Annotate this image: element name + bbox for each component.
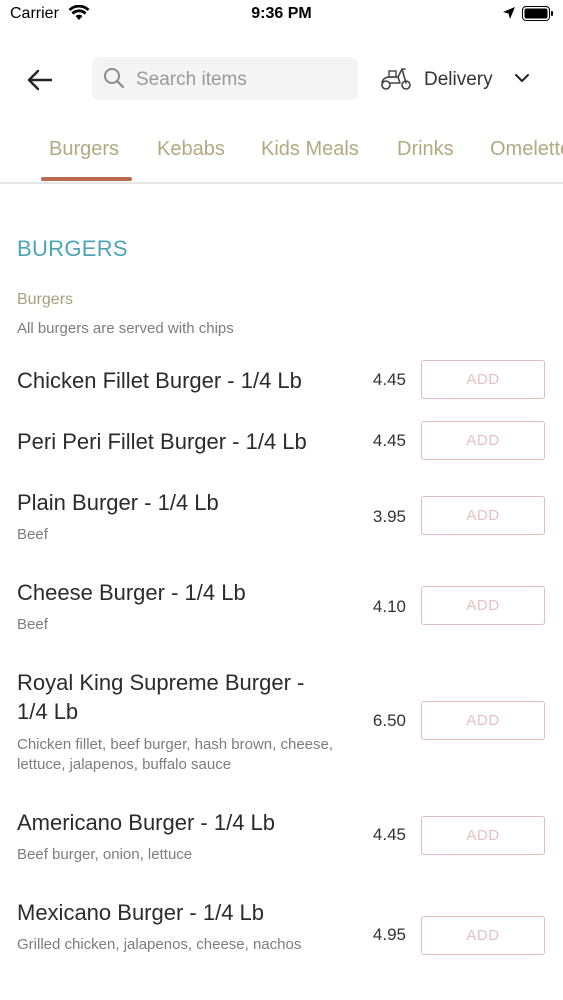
add-button[interactable]: ADD (421, 496, 545, 535)
search-box[interactable] (92, 57, 358, 102)
search-icon (104, 68, 125, 89)
add-button[interactable]: ADD (421, 421, 545, 460)
category-tabs: Burgers Kebabs Kids Meals Drinks Omelett… (0, 128, 563, 184)
item-price: 4.45 (372, 825, 406, 844)
tab-burgers[interactable]: Burgers (49, 138, 119, 161)
tab-kebabs[interactable]: Kebabs (157, 138, 225, 161)
item-name: Mexicano Burger - 1/4 Lb (17, 900, 265, 925)
status-bar: Carrier 9:36 PM (0, 0, 563, 30)
back-button[interactable] (22, 62, 58, 98)
item-name: Americano Burger - 1/4 Lb (17, 810, 276, 835)
item-price: 4.10 (372, 597, 406, 616)
add-button[interactable]: ADD (421, 586, 545, 625)
item-name: Cheese Burger - 1/4 Lb (17, 580, 246, 605)
back-arrow-icon (27, 69, 53, 91)
tab-drinks[interactable]: Drinks (397, 138, 454, 161)
category-name: Burgers (17, 291, 74, 308)
item-price: 4.45 (372, 370, 406, 389)
item-price: 3.95 (372, 507, 406, 526)
item-description: Beef (17, 616, 48, 633)
add-button[interactable]: ADD (421, 816, 545, 855)
item-description: Grilled chicken, jalapenos, cheese, nach… (17, 936, 302, 953)
tab-omelettes[interactable]: Omelettes (490, 138, 563, 161)
category-description: All burgers are served with chips (17, 320, 234, 337)
item-price: 4.95 (372, 925, 406, 944)
section-title: BURGERS (17, 236, 128, 261)
item-price: 4.45 (372, 431, 406, 450)
item-name: Royal King Supreme Burger - 1/4 Lb (17, 670, 305, 724)
tab-kids-meals[interactable]: Kids Meals (261, 138, 359, 161)
scooter-icon (381, 68, 411, 90)
item-name: Chicken Fillet Burger - 1/4 Lb (17, 368, 302, 393)
item-description: Beef (17, 526, 48, 543)
item-description: Beef burger, onion, lettuce (17, 846, 193, 863)
item-name: Peri Peri Fillet Burger - 1/4 Lb (17, 429, 307, 454)
chevron-down-icon (515, 74, 529, 82)
add-button[interactable]: ADD (421, 701, 545, 740)
item-price: 6.50 (372, 711, 406, 730)
active-tab-indicator (41, 177, 132, 181)
search-input[interactable] (134, 57, 348, 102)
item-description: Chicken fillet, beef burger, hash brown,… (17, 736, 334, 773)
delivery-selector[interactable]: Delivery (378, 62, 543, 96)
clock: 9:36 PM (251, 5, 312, 22)
location-arrow-icon (503, 7, 515, 19)
add-button[interactable]: ADD (421, 360, 545, 399)
add-button[interactable]: ADD (421, 916, 545, 955)
battery-icon (522, 6, 553, 21)
item-name: Plain Burger - 1/4 Lb (17, 490, 219, 515)
delivery-label: Delivery (424, 69, 493, 90)
